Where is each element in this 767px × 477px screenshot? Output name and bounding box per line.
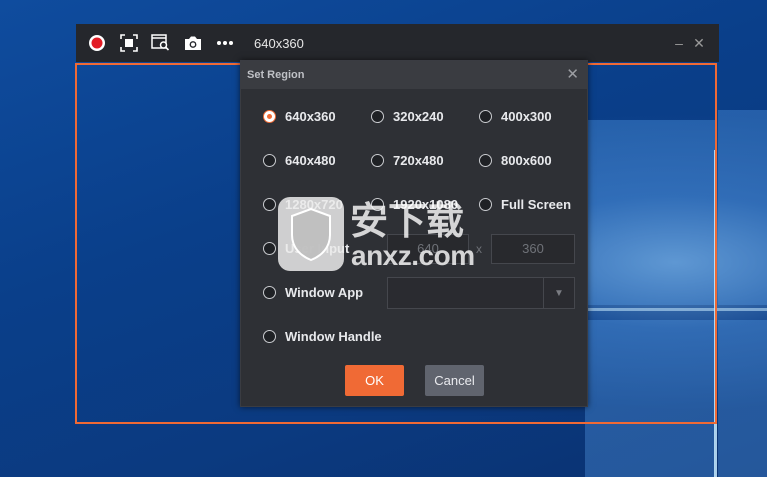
option-800x600[interactable]: 800x600 (479, 153, 552, 168)
dialog-header: Set Region ✕ (241, 61, 587, 89)
option-label: 1920x1080 (393, 197, 459, 212)
option-label: 1280x720 (285, 197, 343, 212)
option-label: Full Screen (501, 197, 572, 212)
radio-icon[interactable] (371, 198, 384, 211)
radio-selected-icon[interactable] (263, 110, 276, 123)
camera-icon[interactable] (182, 32, 204, 54)
windows-logo-pane (718, 110, 767, 305)
option-full-screen[interactable]: Full Screen (479, 197, 571, 212)
option-720x480[interactable]: 720x480 (371, 153, 444, 168)
option-label: User Input (285, 241, 350, 256)
option-label: 320x240 (393, 109, 444, 124)
radio-icon[interactable] (371, 110, 384, 123)
option-320x240[interactable]: 320x240 (371, 109, 444, 124)
option-window-handle[interactable]: Window Handle (263, 329, 382, 344)
option-label: Window App (285, 285, 364, 300)
chevron-down-icon[interactable]: ▼ (543, 278, 574, 308)
radio-icon[interactable] (479, 198, 492, 211)
radio-icon[interactable] (263, 198, 276, 211)
windows-logo-pane (718, 320, 767, 477)
region-icon[interactable] (118, 32, 140, 54)
option-640x480[interactable]: 640x480 (263, 153, 336, 168)
set-region-dialog: Set Region ✕ 640x360 320x240 400x300 640… (240, 60, 588, 407)
window-search-icon[interactable] (150, 32, 172, 54)
option-label: 400x300 (501, 109, 552, 124)
close-button[interactable]: ✕ (689, 35, 709, 52)
cancel-button[interactable]: Cancel (425, 365, 484, 396)
record-icon[interactable] (86, 32, 108, 54)
radio-icon[interactable] (263, 154, 276, 167)
more-icon[interactable] (214, 32, 236, 54)
user-input-width-field[interactable]: 640 (387, 234, 469, 264)
option-640x360[interactable]: 640x360 (263, 109, 336, 124)
user-input-height-field[interactable]: 360 (491, 234, 575, 264)
dialog-title: Set Region (247, 69, 305, 81)
window-app-select[interactable]: ▼ (387, 277, 575, 309)
option-1280x720[interactable]: 1280x720 (263, 197, 343, 212)
user-input-separator: x (476, 242, 482, 256)
dialog-close-icon[interactable]: ✕ (566, 66, 579, 84)
option-user-input[interactable]: User Input (263, 241, 349, 256)
radio-icon[interactable] (479, 110, 492, 123)
option-window-app[interactable]: Window App (263, 285, 363, 300)
ok-button[interactable]: OK (345, 365, 404, 396)
region-size-label: 640x360 (254, 35, 304, 51)
recorder-toolbar: 640x360 – ✕ (76, 24, 719, 62)
option-1920x1080[interactable]: 1920x1080 (371, 197, 458, 212)
radio-icon[interactable] (263, 242, 276, 255)
option-label: 800x600 (501, 153, 552, 168)
minimize-button[interactable]: – (669, 35, 689, 51)
radio-icon[interactable] (263, 330, 276, 343)
option-label: 640x360 (285, 109, 336, 124)
radio-icon[interactable] (263, 286, 276, 299)
radio-icon[interactable] (371, 154, 384, 167)
radio-icon[interactable] (479, 154, 492, 167)
option-label: 720x480 (393, 153, 444, 168)
option-label: Window Handle (285, 329, 382, 344)
option-label: 640x480 (285, 153, 336, 168)
option-400x300[interactable]: 400x300 (479, 109, 552, 124)
